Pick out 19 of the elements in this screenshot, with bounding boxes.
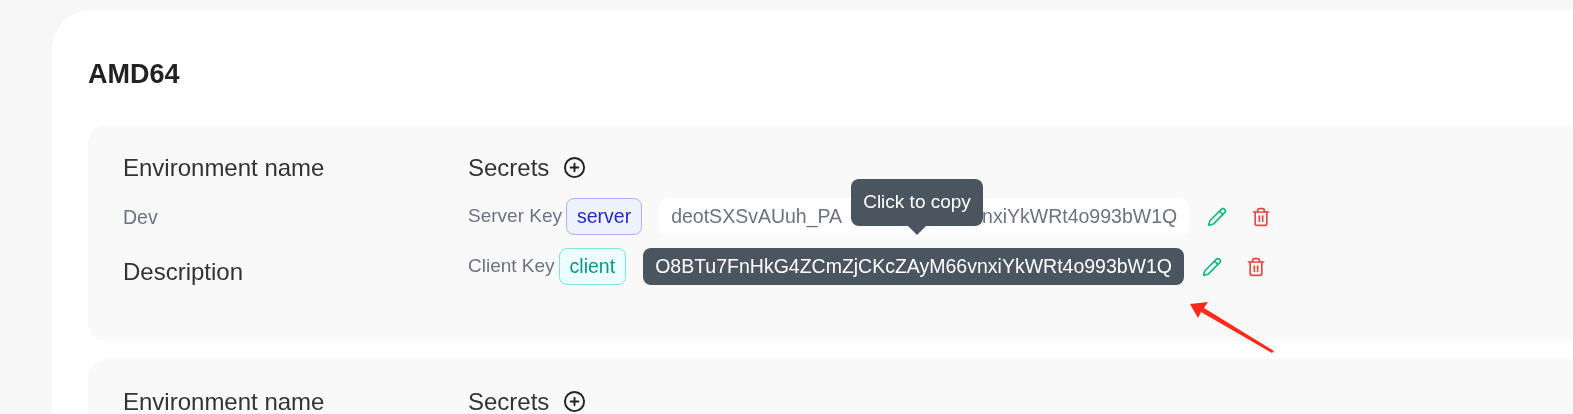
add-icon[interactable] (563, 156, 587, 179)
add-icon[interactable] (563, 390, 587, 413)
edit-icon[interactable] (1207, 206, 1228, 227)
field-label: Secrets (468, 152, 550, 183)
secret-label: Client Key (468, 254, 555, 279)
field-label: Environment name (123, 386, 326, 414)
section-title: AMD64 (88, 58, 181, 91)
field-label: Description (123, 256, 245, 287)
tooltip: Click to copy (851, 179, 983, 235)
trash-icon[interactable] (1251, 206, 1272, 227)
edit-icon[interactable] (1202, 256, 1223, 277)
secret-value-field[interactable]: O8BTu7FnHkG4ZCmZjCKcZAyM66vnxiYkWRt4o993bW1Q (643, 248, 1185, 285)
secret-tag: server (566, 198, 643, 235)
environment-name: Dev (123, 204, 159, 230)
trash-icon[interactable] (1246, 256, 1267, 277)
secret-tag: client (558, 248, 627, 285)
field-label: Environment name (123, 152, 326, 183)
field-label: Secrets (468, 386, 550, 414)
secret-label: Server Key (468, 204, 562, 229)
